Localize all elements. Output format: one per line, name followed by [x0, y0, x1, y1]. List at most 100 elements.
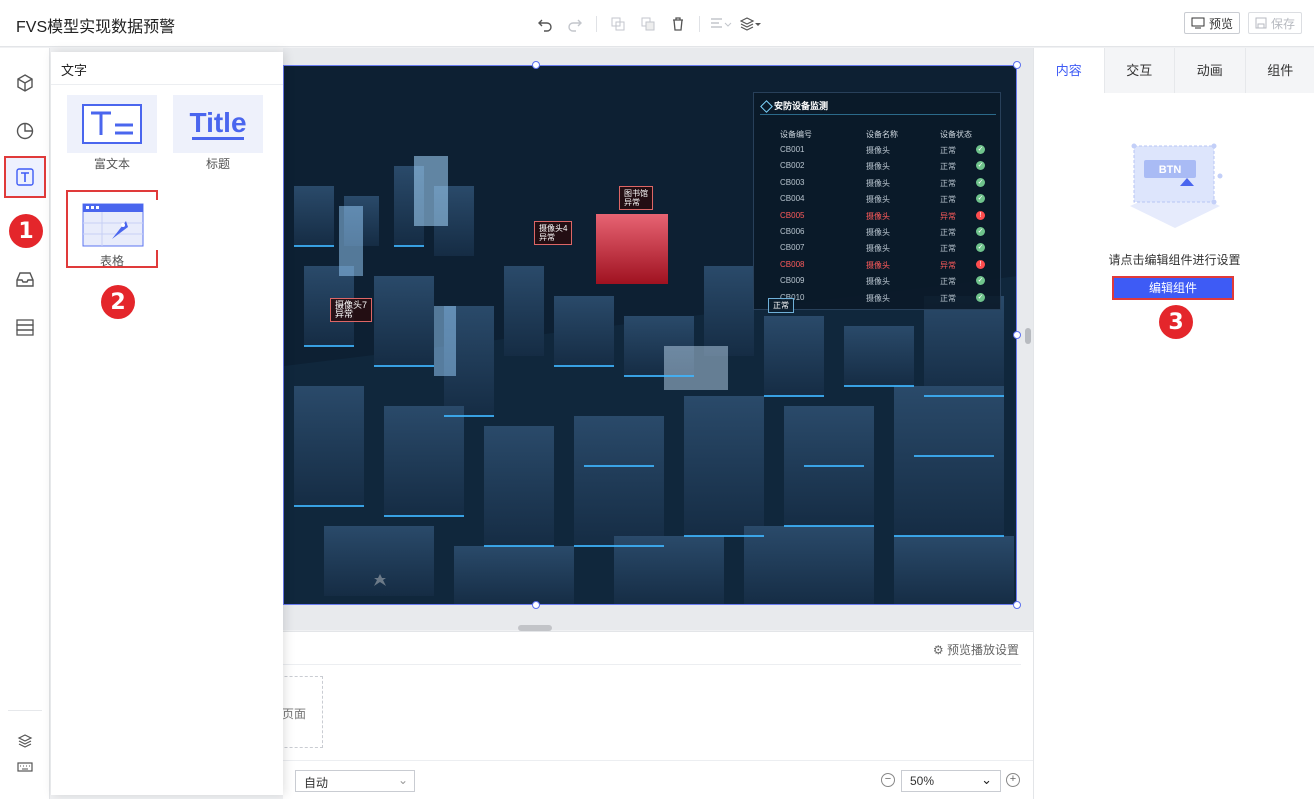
device-name: 摄像头: [866, 244, 890, 254]
panel-divider: [51, 84, 283, 85]
monitor-row: CB007 摄像头 正常 ✓: [754, 241, 1002, 257]
device-name: 摄像头: [866, 211, 890, 221]
col-header-name: 设备名称: [866, 130, 898, 139]
device-id: CB004: [780, 194, 805, 204]
cube-icon: [17, 74, 33, 92]
zoom-select[interactable]: 50% ⌄: [901, 770, 1001, 792]
check-icon: ✓: [976, 177, 985, 187]
toolbar-divider: [596, 16, 597, 32]
save-label: 保存: [1270, 16, 1295, 31]
tab-interaction[interactable]: 交互: [1105, 48, 1175, 93]
preview-label: 预览: [1208, 16, 1233, 31]
device-name: 摄像头: [866, 293, 890, 303]
monitor-row: CB009 摄像头 正常 ✓: [754, 274, 1002, 290]
camera4-alert-tag[interactable]: 摄像头4 异常: [534, 221, 573, 245]
zoom-value: 50%: [910, 774, 935, 788]
vertical-scrollbar[interactable]: [1025, 328, 1031, 344]
edit-toolbar: [530, 12, 766, 36]
resize-handle-bottom-right[interactable]: [1013, 601, 1021, 609]
device-status: 正常: [940, 178, 956, 188]
rail-chart[interactable]: [4, 110, 46, 152]
device-status: 正常: [940, 228, 956, 237]
device-id: CB006: [780, 227, 805, 236]
title-thumb: Title: [173, 95, 263, 153]
monitor-row: CB008 摄像头 异常!: [754, 258, 1002, 274]
check-icon: ✓: [976, 292, 985, 302]
rail-data[interactable]: [4, 306, 46, 348]
camera-normal-tag[interactable]: 正常: [768, 298, 794, 313]
playback-mode-select[interactable]: 自动 ⌄: [295, 770, 415, 792]
monitor-header: 设备编号 设备名称 设备状态: [754, 127, 1002, 141]
table-label: 表格: [99, 254, 124, 268]
device-name: 摄像头: [866, 228, 890, 237]
step-badge-2: 2: [101, 285, 135, 319]
undo-icon[interactable]: [530, 12, 560, 36]
rail-media[interactable]: [4, 258, 46, 300]
toolbar-divider: [699, 16, 700, 32]
device-name: 摄像头: [866, 162, 890, 172]
playback-mode-value: 自动: [304, 776, 329, 790]
check-icon: ✓: [976, 243, 985, 253]
illus-btn-text: BTN: [1159, 164, 1182, 176]
zoom-out-icon[interactable]: −: [881, 773, 895, 787]
edit-component-button[interactable]: 编辑组件: [1112, 276, 1234, 300]
camera7-alert-tag[interactable]: 摄像头7 异常: [330, 298, 373, 322]
title-component[interactable]: Title 标题: [172, 95, 264, 172]
zoom-in-icon[interactable]: +: [1006, 773, 1020, 787]
copy-icon[interactable]: [603, 12, 633, 36]
rich-text-component[interactable]: 富文本: [66, 95, 158, 172]
library-alert-tag[interactable]: 图书馆 异常: [619, 186, 653, 210]
tab-animation[interactable]: 动画: [1175, 48, 1246, 93]
preview-button[interactable]: 预览: [1183, 12, 1240, 34]
rail-text[interactable]: [4, 156, 46, 198]
page-title: FVS模型实现数据预警: [16, 19, 176, 36]
resize-handle-top[interactable]: [532, 61, 540, 69]
bottom-divider: [283, 664, 1021, 665]
monitor-icon: [1191, 17, 1205, 29]
layer-order-icon[interactable]: [736, 12, 766, 36]
device-id: CB002: [780, 161, 805, 171]
step-badge-1: 1: [9, 214, 43, 248]
device-name: 摄像头: [866, 277, 890, 287]
device-status: 正常: [940, 195, 956, 205]
device-status: 异常: [940, 260, 956, 270]
tab-content[interactable]: 内容: [1034, 48, 1105, 93]
page-manager: ⚙ 预览播放设置 页面 自动 ⌄ − 50% ⌄ +: [183, 631, 1033, 799]
dashboard-canvas[interactable]: 图书馆 异常 摄像头4 异常 摄像头7 异常 正常 安防设备监测 设备编号 设备…: [283, 65, 1017, 605]
redo-icon[interactable]: [560, 12, 590, 36]
gear-icon: ⚙: [932, 643, 944, 657]
resize-handle-top-right[interactable]: [1013, 61, 1021, 69]
save-button[interactable]: 保存: [1247, 12, 1302, 34]
align-icon[interactable]: [706, 12, 736, 36]
server-icon: [16, 319, 34, 336]
rail-keyboard[interactable]: [4, 746, 46, 788]
table-component[interactable]: 表格: [66, 190, 158, 268]
device-status: 正常: [940, 244, 956, 254]
paste-icon[interactable]: [633, 12, 663, 36]
chevron-down-icon: ⌄: [981, 772, 992, 787]
keyboard-icon: [17, 762, 33, 772]
device-name: 摄像头: [866, 195, 890, 205]
page-card-label: 页面: [281, 707, 306, 721]
tab-component[interactable]: 组件: [1246, 48, 1314, 93]
chevron-down-icon: ⌄: [397, 773, 408, 787]
device-name: 摄像头: [866, 178, 890, 188]
monitor-title: 安防设备监测: [760, 97, 996, 115]
top-actions: 预览 保存: [1183, 12, 1302, 34]
delete-icon[interactable]: [663, 12, 693, 36]
rail-3d-model[interactable]: [4, 62, 46, 104]
preview-settings-link[interactable]: ⚙ 预览播放设置: [933, 641, 1019, 658]
rail-divider: [8, 710, 42, 711]
top-bar: FVS模型实现数据预警 预览 保存: [0, 0, 1314, 47]
step-badge-3: 3: [1159, 305, 1193, 339]
resize-handle-right[interactable]: [1013, 331, 1021, 339]
resize-handle-bottom[interactable]: [532, 601, 540, 609]
col-header-id: 设备编号: [780, 130, 812, 139]
inbox-icon: [16, 272, 34, 287]
rich-text-thumb: [67, 95, 157, 153]
col-header-status: 设备状态: [940, 130, 972, 139]
device-id: CB001: [780, 145, 805, 154]
left-icon-rail: [0, 48, 50, 799]
device-status: 异常: [940, 211, 956, 221]
rich-text-label: 富文本: [93, 157, 130, 171]
